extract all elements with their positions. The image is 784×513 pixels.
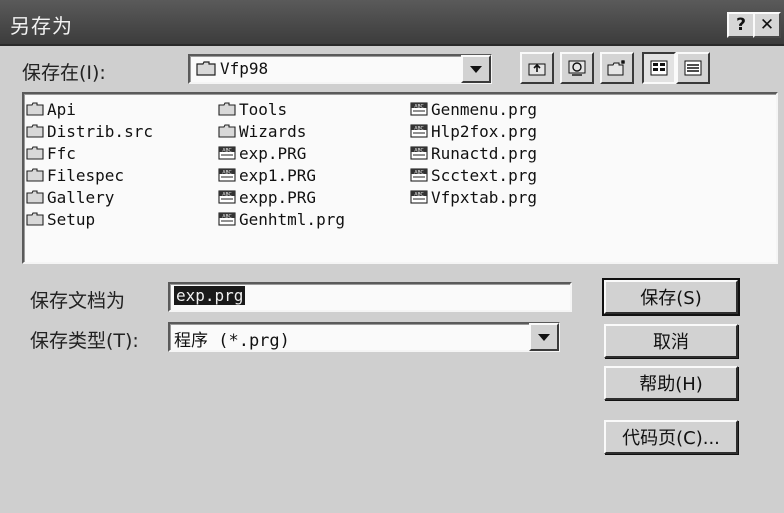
file-list-item-label: Filespec (47, 165, 125, 185)
file-list-item-label: Ffc (47, 143, 76, 163)
file-list-item[interactable]: ABC expp.PRG (218, 186, 316, 208)
file-list-item-label: Vfpxtab.prg (431, 187, 537, 207)
file-list-item[interactable]: ABC Genhtml.prg (218, 208, 345, 230)
file-list-item-label: Gallery (47, 187, 115, 207)
file-list-item-label: expp.PRG (239, 187, 317, 207)
file-list-item[interactable]: Distrib.src (26, 120, 153, 142)
program-file-icon: ABC (410, 168, 431, 182)
new-folder-button[interactable] (600, 52, 634, 84)
program-file-icon: ABC (218, 190, 239, 204)
folder-icon (26, 212, 47, 226)
file-list-item[interactable]: ABC Runactd.prg (410, 142, 537, 164)
file-list-item-label: Api (47, 99, 76, 119)
svg-text:ABC: ABC (414, 191, 423, 197)
file-list-item[interactable]: ABC Vfpxtab.prg (410, 186, 537, 208)
up-one-level-button[interactable] (520, 52, 554, 84)
file-list[interactable]: Api Distrib.src Ffc Filespec Gallery Setup To… (22, 92, 778, 264)
file-list-item[interactable]: Gallery (26, 186, 114, 208)
title-bar: 另存为 ? ✕ (0, 0, 784, 46)
filetype-label: 保存类型(T): (30, 330, 139, 352)
folder-icon (218, 102, 239, 116)
help-button[interactable]: 帮助(H) (604, 366, 738, 400)
file-list-item[interactable]: ABC Hlp2fox.prg (410, 120, 537, 142)
program-file-icon: ABC (410, 124, 431, 138)
window-title: 另存为 (10, 14, 73, 38)
filetype-dropdown[interactable]: 程序 (*.prg) (168, 322, 560, 352)
svg-text:ABC: ABC (222, 169, 231, 175)
details-view-icon (684, 60, 702, 76)
file-list-item-label: Wizards (239, 121, 307, 141)
program-file-icon: ABC (218, 146, 239, 160)
save-in-label: 保存在(I): (22, 62, 106, 84)
file-list-item[interactable]: ABC Genmenu.prg (410, 98, 537, 120)
list-view-icon (650, 60, 668, 76)
svg-text:ABC: ABC (414, 169, 423, 175)
file-list-item[interactable]: ABC Scctext.prg (410, 164, 537, 186)
svg-text:ABC: ABC (414, 103, 423, 109)
file-list-item-label: Setup (47, 209, 96, 229)
chevron-down-icon (470, 65, 482, 73)
file-list-item-label: Tools (239, 99, 288, 119)
close-button[interactable]: ✕ (753, 12, 781, 38)
program-file-icon: ABC (218, 168, 239, 182)
desktop-icon (568, 60, 586, 76)
svg-text:ABC: ABC (414, 147, 423, 153)
folder-icon (26, 168, 47, 182)
filename-value: exp.prg (174, 286, 246, 305)
desktop-button[interactable] (560, 52, 594, 84)
codepage-button[interactable]: 代码页(C)... (604, 420, 738, 454)
folder-icon (218, 124, 239, 138)
svg-text:ABC: ABC (222, 213, 231, 219)
file-list-item-label: Distrib.src (47, 121, 153, 141)
file-list-item[interactable]: ABC exp.PRG (218, 142, 306, 164)
folder-icon (196, 61, 216, 80)
folder-icon (26, 190, 47, 204)
folder-icon (26, 146, 47, 160)
program-file-icon: ABC (410, 190, 431, 204)
cancel-button[interactable]: 取消 (604, 324, 738, 358)
file-list-item[interactable]: Api (26, 98, 76, 120)
save-button[interactable]: 保存(S) (602, 278, 740, 316)
list-view-button[interactable] (642, 52, 676, 84)
filetype-dropdown-button[interactable] (529, 323, 559, 351)
program-file-icon: ABC (410, 146, 431, 160)
file-list-item[interactable]: Tools (218, 98, 287, 120)
program-file-icon: ABC (410, 102, 431, 116)
new-folder-icon (607, 60, 625, 76)
up-one-level-icon (528, 63, 546, 76)
file-list-item-label: Genmenu.prg (431, 99, 537, 119)
file-list-item[interactable]: ABC exp1.PRG (218, 164, 316, 186)
svg-text:ABC: ABC (222, 191, 231, 197)
program-file-icon: ABC (218, 212, 239, 226)
save-in-value: Vfp98 (220, 59, 269, 78)
folder-icon (26, 102, 47, 116)
svg-text:ABC: ABC (414, 125, 423, 131)
file-list-item-label: Runactd.prg (431, 143, 537, 163)
file-list-item[interactable]: Filespec (26, 164, 124, 186)
details-view-button[interactable] (676, 52, 710, 84)
filename-label: 保存文档为 (30, 290, 126, 312)
save-in-dropdown-button[interactable] (461, 55, 491, 83)
file-list-item-label: Hlp2fox.prg (431, 121, 537, 141)
file-list-item-label: Genhtml.prg (239, 209, 345, 229)
filetype-value: 程序 (*.prg) (174, 331, 290, 351)
folder-icon (26, 124, 47, 138)
save-in-dropdown[interactable]: Vfp98 (188, 54, 492, 84)
file-list-item[interactable]: Ffc (26, 142, 76, 164)
filename-input[interactable]: exp.prg (168, 282, 572, 312)
file-list-item-label: exp1.PRG (239, 165, 317, 185)
file-list-item-label: Scctext.prg (431, 165, 537, 185)
file-list-item[interactable]: Wizards (218, 120, 306, 142)
file-list-item-label: exp.PRG (239, 143, 307, 163)
help-title-button[interactable]: ? (727, 12, 755, 38)
svg-text:ABC: ABC (222, 147, 231, 153)
chevron-down-icon (538, 333, 550, 341)
file-list-item[interactable]: Setup (26, 208, 95, 230)
